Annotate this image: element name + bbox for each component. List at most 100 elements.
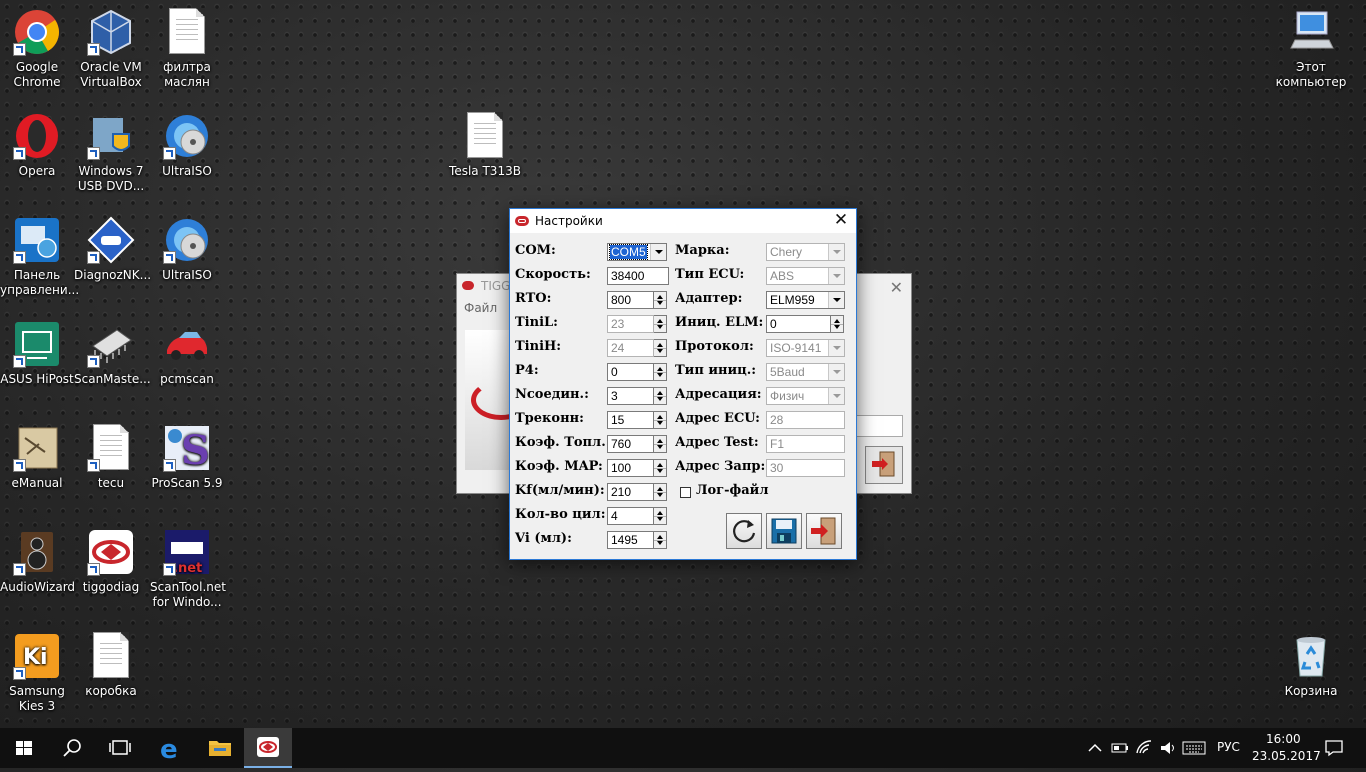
desktop-icon-diagnoznk[interactable]: DiagnozNK...	[74, 216, 151, 283]
notification-icon[interactable]	[1324, 738, 1344, 758]
settings-dialog[interactable]: Настройки ✕ Лог-файл COM: COM5 Скорость: 38…	[509, 208, 857, 560]
number-input-left-9[interactable]: 100	[607, 459, 654, 477]
field-label-right-1: Тип ECU:	[675, 267, 745, 282]
spin-up-icon[interactable]	[834, 319, 840, 323]
spinner-right-3[interactable]	[831, 315, 844, 333]
number-input-left-10[interactable]: 210	[607, 483, 654, 501]
desktop-icon-scantool[interactable]: .net ScanTool.net for Windo...	[150, 528, 226, 610]
desktop-icon-google-chrome[interactable]: Google Chrome	[0, 8, 74, 90]
desktop-icon-virtualbox[interactable]: Oracle VM VirtualBox	[74, 8, 148, 90]
desktop-icon-tiggodiag[interactable]: tiggodiag	[74, 528, 148, 595]
svg-text:e: e	[160, 735, 178, 765]
spinner-left-7[interactable]	[654, 411, 667, 429]
desktop-icon-this-pc[interactable]: Этот компьютер	[1274, 8, 1348, 90]
exit-button[interactable]	[806, 513, 842, 549]
spin-up-icon[interactable]	[657, 487, 663, 491]
spin-down-icon[interactable]	[657, 445, 663, 449]
number-input-left-12[interactable]: 1495	[607, 531, 654, 549]
desktop-icon-scanmaster[interactable]: ScanMaste...	[74, 320, 151, 387]
refresh-button[interactable]	[726, 513, 762, 549]
spin-down-icon[interactable]	[657, 421, 663, 425]
number-input-left-6[interactable]: 3	[607, 387, 654, 405]
dropdown-left-0[interactable]: COM5	[607, 243, 667, 261]
number-input-left-5[interactable]: 0	[607, 363, 654, 381]
desktop-icon-samsung-kies[interactable]: Ki Samsung Kies 3	[0, 632, 74, 714]
edge-button[interactable]: e	[146, 728, 194, 768]
spin-down-icon[interactable]	[657, 541, 663, 545]
desktop-icon-recycle-bin[interactable]: Корзина	[1274, 632, 1348, 699]
chevron-up-icon[interactable]	[1086, 740, 1104, 756]
spin-down-icon[interactable]	[657, 517, 663, 521]
refresh-icon	[733, 520, 756, 543]
spin-up-icon[interactable]	[657, 295, 663, 299]
close-icon[interactable]: ✕	[826, 209, 856, 233]
task-view-button[interactable]	[96, 728, 144, 768]
text-input-left-1[interactable]: 38400	[607, 267, 669, 285]
spinner-left-5[interactable]	[654, 363, 667, 381]
spin-down-icon[interactable]	[657, 493, 663, 497]
desktop-icon-tecu[interactable]: tecu	[74, 424, 148, 491]
desktop-icon-pcmscan[interactable]: pcmscan	[150, 320, 224, 387]
desktop-icon-ultraiso-2[interactable]: UltraISO	[150, 216, 224, 283]
desktop-icon-filtra[interactable]: филтра маслян	[150, 8, 224, 90]
dropdown-right-2[interactable]: ELM959	[766, 291, 845, 309]
main-window-exit-button[interactable]	[865, 446, 903, 484]
spinner-left-12[interactable]	[654, 531, 667, 549]
spin-up-icon[interactable]	[657, 367, 663, 371]
spinner-left-10[interactable]	[654, 483, 667, 501]
spin-up-icon[interactable]	[657, 439, 663, 443]
spinner-left-8[interactable]	[654, 435, 667, 453]
logfile-checkbox[interactable]	[680, 487, 691, 498]
desktop-icon-tesla[interactable]: Tesla T313B	[448, 112, 522, 179]
spin-up-icon[interactable]	[657, 511, 663, 515]
settings-titlebar[interactable]: Настройки ✕	[510, 209, 856, 233]
spinner-left-6[interactable]	[654, 387, 667, 405]
save-button[interactable]	[766, 513, 802, 549]
file-explorer-button[interactable]	[196, 728, 244, 768]
desktop-icon-asus-hipost[interactable]: ASUS HiPost	[0, 320, 74, 387]
search-button[interactable]	[48, 728, 96, 768]
menu-file[interactable]: Файл	[464, 301, 497, 315]
wifi-icon[interactable]	[1134, 738, 1154, 758]
desktop-icon-opera[interactable]: Opera	[0, 112, 74, 179]
desktop-icon-control-panel[interactable]: Панель управлени...	[0, 216, 79, 298]
spin-down-icon[interactable]	[657, 301, 663, 305]
desktop-icon-proscan[interactable]: S ProScan 5.9	[150, 424, 224, 491]
language-indicator[interactable]: РУС	[1217, 740, 1240, 754]
desktop-icon-korobka[interactable]: коробка	[74, 632, 148, 699]
tiggodiag-taskbar-button[interactable]	[244, 728, 292, 768]
clock-date[interactable]: 23.05.2017	[1252, 749, 1321, 763]
spin-down-icon[interactable]	[657, 469, 663, 473]
number-input-left-7[interactable]: 15	[607, 411, 654, 429]
desktop-icon-audiowizard[interactable]: AudioWizard	[0, 528, 75, 595]
keyboard-icon[interactable]	[1182, 740, 1206, 756]
desktop-icon-win7-usb-dvd[interactable]: Windows 7 USB DVD...	[74, 112, 148, 194]
desktop-icon-ultraiso-1[interactable]: UltraISO	[150, 112, 224, 179]
number-input-left-2[interactable]: 800	[607, 291, 654, 309]
spin-down-icon[interactable]	[834, 325, 840, 329]
battery-icon[interactable]	[1110, 740, 1130, 756]
spin-down-icon[interactable]	[657, 373, 663, 377]
number-input-left-8[interactable]: 760	[607, 435, 654, 453]
spinner-left-11[interactable]	[654, 507, 667, 525]
start-button[interactable]	[0, 728, 48, 768]
close-icon[interactable]: ✕	[890, 276, 903, 300]
volume-icon[interactable]	[1158, 738, 1178, 758]
icon-label: филтра маслян	[163, 60, 211, 89]
spin-down-icon[interactable]	[657, 397, 663, 401]
spinner-left-9[interactable]	[654, 459, 667, 477]
desktop-icon-emanual[interactable]: eManual	[0, 424, 74, 491]
clock-time[interactable]: 16:00	[1266, 732, 1301, 746]
main-window-field[interactable]	[851, 415, 903, 437]
text-input-right-8: F1	[766, 435, 845, 453]
spin-up-icon[interactable]	[657, 391, 663, 395]
chevron-down-icon[interactable]	[650, 244, 666, 260]
audiowizard-icon	[13, 528, 61, 576]
number-input-left-11[interactable]: 4	[607, 507, 654, 525]
spinner-left-2[interactable]	[654, 291, 667, 309]
chevron-down-icon[interactable]	[828, 292, 844, 308]
spin-up-icon[interactable]	[657, 463, 663, 467]
number-input-right-3[interactable]: 0	[766, 315, 831, 333]
spin-up-icon[interactable]	[657, 535, 663, 539]
spin-up-icon[interactable]	[657, 415, 663, 419]
